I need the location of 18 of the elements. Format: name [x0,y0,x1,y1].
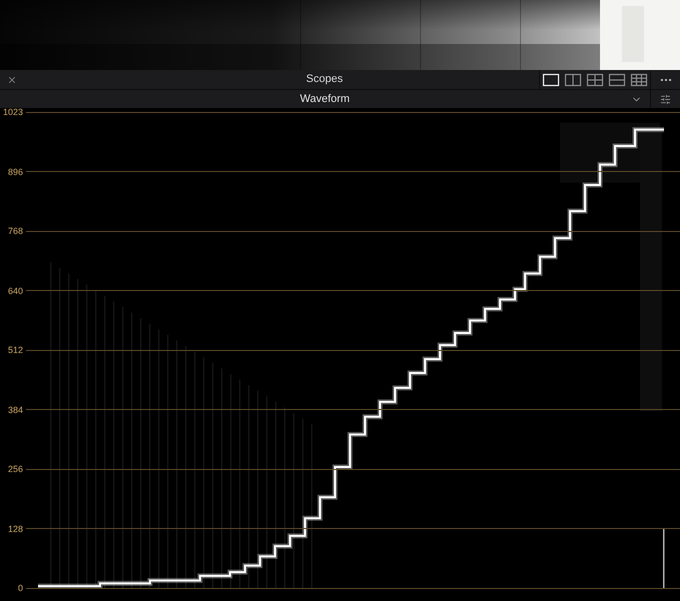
axis-label: 0 [16,582,24,594]
panel-title: Scopes [305,72,344,88]
settings-icon [660,94,671,104]
axis-label: 640 [6,284,24,296]
layout-icon [564,72,582,88]
axis-label: 256 [6,463,24,475]
layout-icon [586,72,604,88]
axis-label: 384 [6,404,24,416]
layout-icon [542,72,560,88]
axis-label: 896 [6,166,24,178]
scope-type-dropdown[interactable]: Waveform [0,90,650,108]
axis-label: 512 [6,344,24,356]
layout-icon [630,72,648,88]
close-icon [7,74,17,84]
axis-label: 1023 [2,106,24,118]
axis-label: 128 [6,522,24,534]
layout-icon [608,72,626,88]
axis-label: 768 [6,225,24,237]
